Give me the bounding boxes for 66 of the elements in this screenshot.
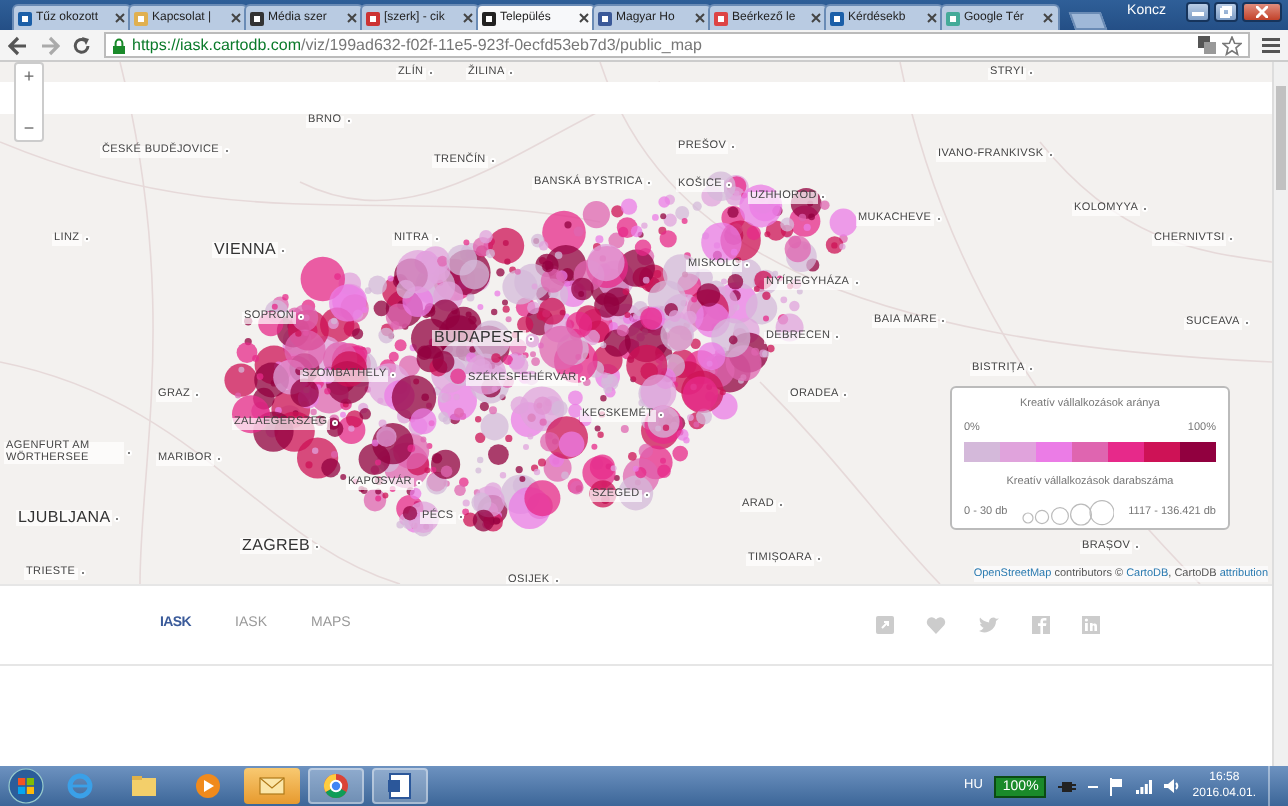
reload-icon[interactable] bbox=[72, 35, 92, 55]
browser-e-icon bbox=[66, 772, 94, 800]
close-icon[interactable] bbox=[578, 12, 590, 24]
close-icon[interactable] bbox=[346, 12, 358, 24]
plug-icon[interactable] bbox=[1058, 779, 1077, 793]
favicon-icon bbox=[714, 11, 728, 25]
favicon-icon bbox=[830, 11, 844, 25]
favicon-icon bbox=[134, 11, 148, 25]
start-button-icon[interactable] bbox=[8, 768, 44, 804]
zoom-in-button[interactable]: + bbox=[16, 64, 42, 88]
zoom-out-button[interactable]: − bbox=[16, 116, 42, 140]
scrollbar-thumb[interactable] bbox=[1276, 86, 1286, 190]
close-icon[interactable] bbox=[694, 12, 706, 24]
browser-wheel-icon bbox=[322, 772, 350, 800]
city-dot-icon bbox=[580, 376, 587, 383]
scrollbar[interactable] bbox=[1272, 62, 1288, 766]
city-label: VIENNA bbox=[212, 242, 278, 258]
minimize-icon bbox=[1192, 8, 1204, 16]
media-player-icon bbox=[194, 772, 222, 800]
favicon-icon bbox=[366, 11, 380, 25]
close-icon bbox=[1256, 6, 1268, 18]
city-dot-icon bbox=[390, 372, 397, 379]
close-button[interactable] bbox=[1242, 2, 1282, 22]
city-dot-icon bbox=[415, 480, 422, 487]
translate-icon[interactable] bbox=[1198, 36, 1216, 54]
maximize-button[interactable] bbox=[1214, 2, 1238, 22]
envelope-icon bbox=[258, 772, 286, 800]
favicon-icon bbox=[482, 11, 496, 25]
restore-icon bbox=[1220, 6, 1232, 18]
city-dot-icon bbox=[457, 514, 464, 521]
favicon-icon bbox=[18, 11, 32, 25]
document-w-icon bbox=[386, 772, 414, 800]
close-icon[interactable] bbox=[462, 12, 474, 24]
city-dot-icon bbox=[725, 182, 732, 189]
new-tab-button[interactable] bbox=[1068, 12, 1108, 30]
padlock-icon bbox=[112, 37, 126, 53]
city-dot-icon bbox=[643, 492, 650, 499]
city-dot-icon bbox=[527, 335, 534, 341]
close-icon[interactable] bbox=[230, 12, 242, 24]
city-label: LJUBLJANA bbox=[16, 510, 113, 526]
signal-icon[interactable] bbox=[1136, 779, 1153, 793]
minimize-button[interactable] bbox=[1186, 2, 1210, 22]
menu-icon[interactable] bbox=[1262, 36, 1280, 54]
favicon-icon bbox=[946, 11, 960, 25]
folder-icon bbox=[130, 772, 158, 800]
city-dot-icon bbox=[744, 262, 751, 269]
city-label: BUDAPEST bbox=[432, 330, 526, 346]
close-icon[interactable] bbox=[114, 12, 126, 24]
taskbar-button[interactable] bbox=[372, 768, 428, 804]
city-dot-icon bbox=[820, 194, 827, 201]
favicon-icon bbox=[250, 11, 264, 25]
back-icon[interactable] bbox=[8, 35, 28, 55]
star-icon[interactable] bbox=[1222, 35, 1242, 55]
volume-icon[interactable] bbox=[1164, 778, 1181, 794]
url-text: https://iask.cartodb.com/viz/199ad632-f02f-11e5-923f-0ecfd53eb7d3/public_map bbox=[132, 33, 702, 57]
city-dot-icon bbox=[657, 412, 664, 419]
city-dot-icon bbox=[298, 314, 305, 321]
city-dot-icon bbox=[331, 420, 338, 427]
city-label: ZAGREB bbox=[240, 538, 313, 554]
taskbar-button[interactable] bbox=[308, 768, 364, 804]
favicon-icon bbox=[598, 11, 612, 25]
flag-icon[interactable] bbox=[1110, 777, 1125, 795]
address-bar[interactable]: https://iask.cartodb.com/viz/199ad632-f02f-11e5-923f-0ecfd53eb7d3/public_map bbox=[104, 32, 1250, 58]
close-icon[interactable] bbox=[1042, 12, 1054, 24]
close-icon[interactable] bbox=[810, 12, 822, 24]
close-icon[interactable] bbox=[926, 12, 938, 24]
